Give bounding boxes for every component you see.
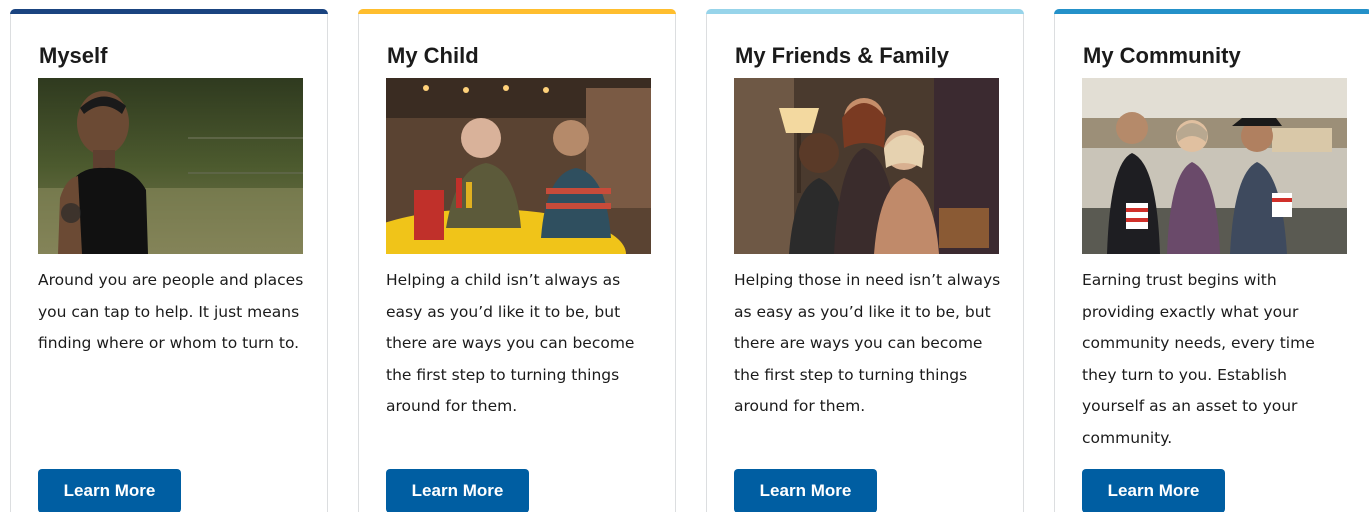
card-description: Helping those in need isn’t always as ea… bbox=[734, 271, 1001, 415]
card-title: Myself bbox=[39, 43, 108, 68]
learn-more-button[interactable]: Learn More bbox=[38, 469, 181, 512]
learn-more-button[interactable]: Learn More bbox=[734, 469, 877, 512]
card-title: My Child bbox=[387, 43, 479, 68]
card-grid: Myself Around you are people and places … bbox=[0, 0, 1369, 512]
card-description: Around you are people and places you can… bbox=[38, 271, 304, 352]
card-accent-bar bbox=[358, 9, 676, 14]
card-my-child: My Child Helping a child isn’t always as… bbox=[358, 9, 676, 512]
card-photo bbox=[386, 78, 651, 254]
card-photo bbox=[734, 78, 999, 254]
card-photo bbox=[38, 78, 303, 254]
card-my-community: My Community Earning trust begins with p… bbox=[1054, 9, 1369, 512]
card-description: Helping a child isn’t always as easy as … bbox=[386, 271, 635, 415]
card-accent-bar bbox=[706, 9, 1024, 14]
card-description: Earning trust begins with providing exac… bbox=[1082, 271, 1315, 447]
card-my-friends-family: My Friends & Family Helping those in nee… bbox=[706, 9, 1024, 512]
card-myself: Myself Around you are people and places … bbox=[10, 9, 328, 512]
card-title: My Community bbox=[1083, 43, 1241, 68]
card-photo bbox=[1082, 78, 1347, 254]
card-accent-bar bbox=[1054, 9, 1369, 14]
card-title: My Friends & Family bbox=[735, 43, 949, 68]
learn-more-button[interactable]: Learn More bbox=[386, 469, 529, 512]
learn-more-button[interactable]: Learn More bbox=[1082, 469, 1225, 512]
card-accent-bar bbox=[10, 9, 328, 14]
